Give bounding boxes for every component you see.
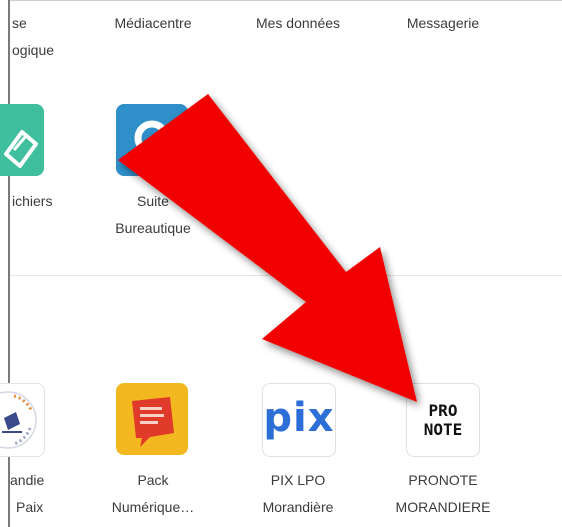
app-launcher: se ogique Médiacentre Mes données Messag… [0, 0, 562, 527]
red-arrow-overlay [118, 94, 417, 402]
red-arrow [118, 94, 417, 402]
